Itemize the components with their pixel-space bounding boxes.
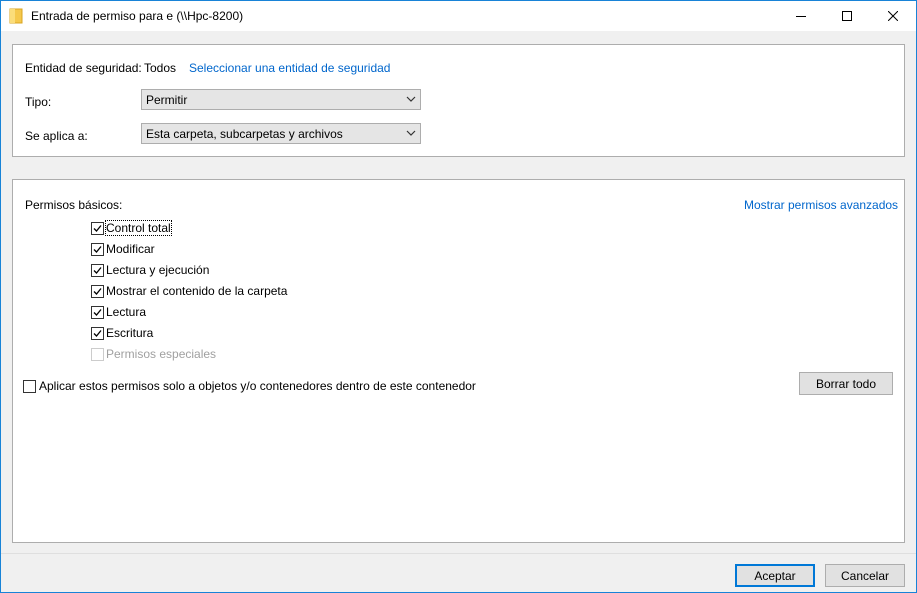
minimize-button[interactable] [778,1,824,31]
special-permissions-label: Permisos especiales [106,347,217,361]
type-label: Tipo: [25,95,52,109]
write-checkbox[interactable] [91,327,104,340]
special-permissions-checkbox [91,348,104,361]
window-title: Entrada de permiso para e (\\Hpc-8200) [31,9,244,23]
permission-entry-dialog: Entrada de permiso para e (\\Hpc-8200) E… [0,0,917,593]
chevron-down-icon [406,96,416,102]
read-execute-label: Lectura y ejecución [106,263,210,277]
footer-divider [1,553,916,554]
maximize-icon [842,11,852,21]
principal-panel: Entidad de seguridad: Todos Seleccionar … [12,44,905,157]
close-icon [888,11,898,21]
checkmark-icon [93,267,102,274]
read-checkbox[interactable] [91,306,104,319]
minimize-icon [796,16,806,17]
cancel-label: Cancelar [840,568,890,583]
chevron-down-icon [406,130,416,136]
list-folder-contents-label: Mostrar el contenido de la carpeta [106,284,288,298]
checkmark-icon [93,246,102,253]
apply-only-label: Aplicar estos permisos solo a objetos y/… [39,379,476,393]
clear-all-button[interactable]: Borrar todo [799,372,893,395]
applies-to-label: Se aplica a: [25,129,88,143]
checkmark-icon [93,330,102,337]
clear-all-label: Borrar todo [815,376,877,391]
type-select-value: Permitir [146,93,188,107]
type-select[interactable]: Permitir [141,89,421,110]
permissions-panel: Permisos básicos: Mostrar permisos avanz… [12,179,905,543]
full-control-label: Control total [105,220,172,236]
ok-label: Aceptar [754,568,796,583]
close-button[interactable] [870,1,916,31]
basic-permissions-heading: Permisos básicos: [25,198,123,212]
modify-label: Modificar [106,242,155,256]
maximize-button[interactable] [824,1,870,31]
read-execute-checkbox[interactable] [91,264,104,277]
folder-icon [9,8,23,24]
full-control-checkbox[interactable] [91,222,104,235]
write-label: Escritura [106,326,154,340]
ok-button[interactable]: Aceptar [735,564,815,587]
principal-label: Entidad de seguridad: [25,61,142,75]
read-label: Lectura [106,305,147,319]
list-folder-contents-checkbox[interactable] [91,285,104,298]
apply-only-checkbox[interactable] [23,380,36,393]
checkmark-icon [93,288,102,295]
cancel-button[interactable]: Cancelar [825,564,905,587]
title-bar[interactable]: Entrada de permiso para e (\\Hpc-8200) [1,1,916,31]
checkmark-icon [93,309,102,316]
applies-to-select[interactable]: Esta carpeta, subcarpetas y archivos [141,123,421,144]
principal-value: Todos [144,61,177,75]
show-advanced-permissions-link[interactable]: Mostrar permisos avanzados [744,198,898,212]
modify-checkbox[interactable] [91,243,104,256]
applies-to-select-value: Esta carpeta, subcarpetas y archivos [146,127,343,141]
checkmark-icon [93,225,102,232]
select-principal-link[interactable]: Seleccionar una entidad de seguridad [189,61,390,75]
